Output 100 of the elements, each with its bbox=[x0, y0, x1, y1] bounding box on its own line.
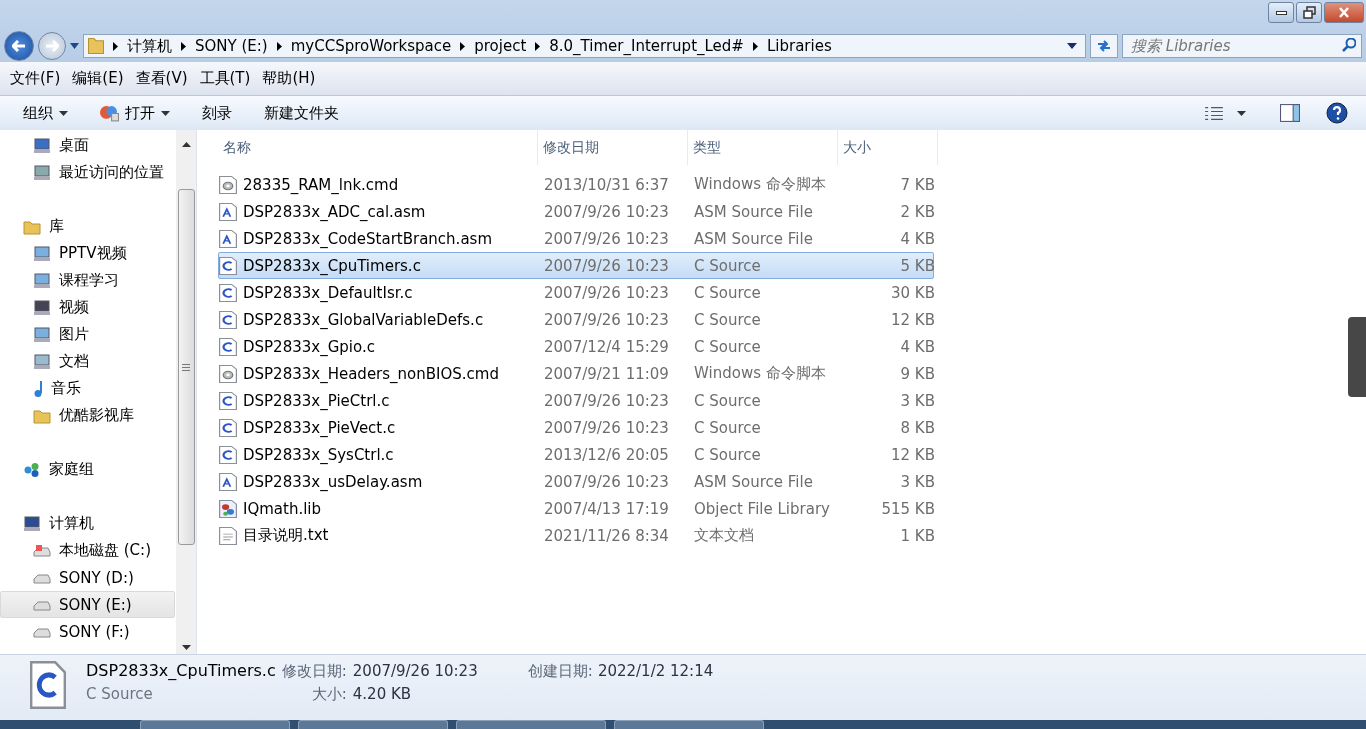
table-cell-text: C Source bbox=[693, 256, 762, 275]
file-row[interactable]: DSP2833x_Gpio.c 2007/12/4 15:29 C Source 4 KB bbox=[218, 333, 934, 360]
forward-button[interactable] bbox=[38, 32, 66, 60]
menu-item[interactable]: 查看(V) bbox=[129, 69, 194, 88]
detail-value: 2007/9/26 10:23 bbox=[352, 662, 478, 680]
table-cell-text: 2 KB bbox=[899, 202, 935, 221]
view-options-icon[interactable] bbox=[1205, 106, 1223, 120]
file-name: DSP2833x_PieVect.c bbox=[219, 418, 539, 437]
column-header[interactable]: 修改日期 bbox=[538, 130, 688, 165]
table-cell-text: 2007/9/26 10:23 bbox=[543, 283, 670, 302]
breadcrumb[interactable]: project bbox=[474, 37, 527, 55]
file-icon bbox=[219, 283, 237, 302]
table-cell-text: C Source bbox=[693, 418, 762, 437]
file-icon bbox=[219, 472, 237, 491]
file-icon bbox=[219, 202, 237, 221]
file-row[interactable]: DSP2833x_PieVect.c 2007/9/26 10:23 C Source 8 KB bbox=[218, 414, 934, 441]
nav-item[interactable]: SONY (E:) bbox=[0, 591, 175, 618]
nav-item[interactable]: 优酷影视库 bbox=[0, 402, 175, 429]
table-cell-text: 2007/9/26 10:23 bbox=[543, 202, 670, 221]
breadcrumb[interactable]: myCCSproWorkspace bbox=[290, 37, 452, 55]
nav-item[interactable]: 库 bbox=[0, 213, 175, 240]
back-arrow-icon bbox=[12, 40, 26, 52]
breadcrumb[interactable]: 8.0_Timer_Interrupt_Led# bbox=[549, 37, 744, 55]
file-icon bbox=[219, 499, 237, 518]
nav-item[interactable]: 本地磁盘 (C:) bbox=[0, 537, 175, 564]
library-icon bbox=[33, 326, 51, 343]
refresh-button[interactable] bbox=[1090, 34, 1118, 58]
nav-item[interactable]: 家庭组 bbox=[0, 456, 175, 483]
scroll-down-icon[interactable] bbox=[181, 645, 191, 650]
caret-icon[interactable] bbox=[1237, 110, 1246, 116]
menu-item[interactable]: 帮助(H) bbox=[256, 69, 322, 88]
table-cell-text: 9 KB bbox=[899, 364, 935, 383]
file-row[interactable]: DSP2833x_DefaultIsr.c 2007/9/26 10:23 C Source 30 KB bbox=[218, 279, 934, 306]
dropdown-icon[interactable] bbox=[1067, 43, 1077, 49]
file-name: 目录说明.txt bbox=[219, 526, 539, 545]
file-row[interactable]: 28335_RAM_lnk.cmd 2013/10/31 6:37 Windows 命令脚本 7 KB bbox=[218, 171, 934, 198]
table-cell-text: 7 KB bbox=[899, 175, 935, 194]
scroll-up-icon[interactable] bbox=[181, 142, 191, 147]
menu-item[interactable]: 工具(T) bbox=[193, 69, 257, 88]
file-row[interactable]: DSP2833x_PieCtrl.c 2007/9/26 10:23 C Source 3 KB bbox=[218, 387, 934, 414]
file-row[interactable]: DSP2833x_SysCtrl.c 2013/12/6 20:05 C Source 12 KB bbox=[218, 441, 934, 468]
detail-label: 修改日期: bbox=[281, 662, 347, 681]
nav-item[interactable]: 课程学习 bbox=[0, 267, 175, 294]
file-icon bbox=[219, 175, 237, 194]
file-icon bbox=[219, 526, 237, 545]
file-row[interactable]: DSP2833x_GlobalVariableDefs.c 2007/9/26 10:23 C Source 12 KB bbox=[218, 306, 934, 333]
file-row[interactable]: 目录说明.txt 2021/11/26 8:34 文本文档 1 KB bbox=[218, 522, 934, 549]
file-row[interactable]: DSP2833x_CpuTimers.c 2007/9/26 10:23 C Source 5 KB bbox=[218, 252, 934, 279]
file-row[interactable]: DSP2833x_ADC_cal.asm 2007/9/26 10:23 ASM Source File 2 KB bbox=[218, 198, 934, 225]
file-row[interactable]: DSP2833x_usDelay.asm 2007/9/26 10:23 ASM Source File 3 KB bbox=[218, 468, 934, 495]
file-row[interactable]: DSP2833x_Headers_nonBIOS.cmd 2007/9/21 11:09 Windows 命令脚本 9 KB bbox=[218, 360, 934, 387]
nav-item[interactable]: SONY (F:) bbox=[0, 618, 175, 645]
nav-item[interactable]: PPTV视频 bbox=[0, 240, 175, 267]
history-dropdown-icon[interactable] bbox=[70, 43, 79, 49]
nav-item[interactable]: 文档 bbox=[0, 348, 175, 375]
search-field[interactable]: 搜索 Libraries bbox=[1122, 34, 1362, 58]
scrollbar-thumb[interactable] bbox=[177, 189, 195, 545]
table-cell-text: C Source bbox=[693, 391, 762, 410]
file-name: IQmath.lib bbox=[219, 499, 539, 518]
table-cell-text: 515 KB bbox=[880, 499, 935, 518]
file-row[interactable]: IQmath.lib 2007/4/13 17:19 Object File Library 515 KB bbox=[218, 495, 934, 522]
breadcrumb[interactable]: Libraries bbox=[766, 37, 832, 55]
help-icon[interactable] bbox=[1326, 102, 1348, 124]
column-header[interactable]: 名称 bbox=[218, 130, 538, 165]
toolbar-button[interactable]: 新建文件夹 bbox=[255, 99, 348, 127]
nav-item[interactable]: 图片 bbox=[0, 321, 175, 348]
file-name: DSP2833x_SysCtrl.c bbox=[219, 445, 539, 464]
nav-item[interactable]: 视频 bbox=[0, 294, 175, 321]
nav-item[interactable]: SONY (D:) bbox=[0, 564, 175, 591]
folder-icon bbox=[23, 218, 41, 235]
close-button[interactable] bbox=[1324, 2, 1364, 23]
chevron-icon bbox=[535, 41, 541, 51]
nav-item[interactable]: 计算机 bbox=[0, 510, 175, 537]
app-icon bbox=[100, 104, 119, 122]
table-cell-text: 2013/12/6 20:05 bbox=[543, 445, 670, 464]
file-row[interactable]: DSP2833x_CodeStartBranch.asm 2007/9/26 10:23 ASM Source File 4 KB bbox=[218, 225, 934, 252]
address-bar[interactable]: 计算机 SONY (E:) myCCSproWorkspace project 8.0_Timer_Interrupt_Led# Libraries bbox=[83, 34, 1086, 58]
breadcrumb[interactable]: SONY (E:) bbox=[195, 37, 268, 55]
nav-item[interactable]: 桌面 bbox=[0, 132, 175, 159]
menu-item[interactable]: 文件(F) bbox=[4, 69, 67, 88]
toolbar-button[interactable]: 打开 bbox=[91, 99, 179, 127]
table-cell-text: 2007/9/26 10:23 bbox=[543, 418, 670, 437]
nav-item[interactable]: 最近访问的位置 bbox=[0, 159, 175, 186]
file-type: C Source bbox=[86, 685, 154, 703]
close-icon bbox=[1339, 7, 1349, 18]
library-icon bbox=[33, 272, 51, 289]
restore-button[interactable] bbox=[1296, 2, 1322, 23]
back-button[interactable] bbox=[4, 31, 34, 61]
toolbar-button[interactable]: 刻录 bbox=[193, 99, 241, 127]
nav-item[interactable]: 音乐 bbox=[0, 375, 175, 402]
caret-icon bbox=[59, 110, 68, 116]
preview-pane-icon[interactable] bbox=[1280, 104, 1300, 122]
table-cell-text: 2007/4/13 17:19 bbox=[543, 499, 670, 518]
column-header[interactable]: 类型 bbox=[688, 130, 838, 165]
minimize-button[interactable] bbox=[1268, 2, 1294, 23]
toolbar-button[interactable]: 组织 bbox=[14, 99, 77, 127]
column-header[interactable]: 大小 bbox=[838, 130, 938, 165]
breadcrumb[interactable]: 计算机 bbox=[127, 36, 172, 56]
minimize-icon bbox=[1275, 10, 1287, 15]
menu-item[interactable]: 编辑(E) bbox=[66, 69, 130, 88]
